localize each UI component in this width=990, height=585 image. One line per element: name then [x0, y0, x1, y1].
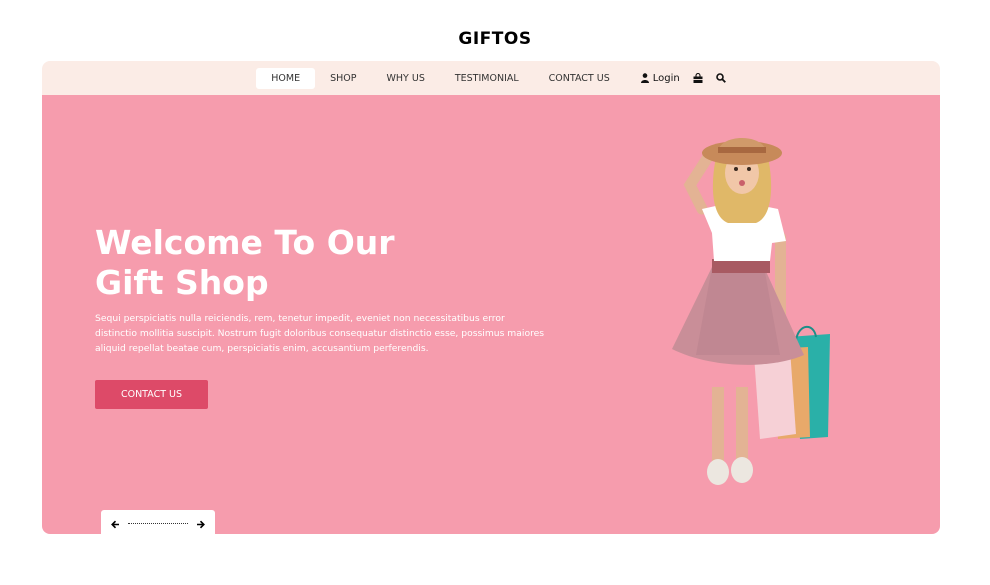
main-navbar: HOME SHOP WHY US TESTIMONIAL CONTACT US …: [42, 61, 940, 95]
user-icon: [640, 73, 649, 83]
carousel-prev-button[interactable]: [111, 514, 120, 533]
nav-link-why-us[interactable]: WHY US: [372, 68, 440, 89]
girl-with-shopping-bags-image: [672, 138, 830, 485]
contact-us-button[interactable]: CONTACT US: [95, 380, 208, 409]
carousel-controls: [101, 510, 215, 534]
nav-link-testimonial[interactable]: TESTIMONIAL: [440, 68, 534, 89]
nav-user-options: Login: [640, 72, 726, 84]
nav-link-home[interactable]: HOME: [256, 67, 316, 89]
arrow-right-icon: [197, 520, 205, 528]
cart-button[interactable]: [693, 73, 703, 83]
hero-title-line1: Welcome To Our: [95, 223, 395, 262]
hero-slider: Welcome To Our Gift Shop Sequi perspicia…: [42, 95, 940, 534]
nav-link-contact-us[interactable]: CONTACT US: [534, 68, 625, 89]
nav-menu: HOME SHOP WHY US TESTIMONIAL CONTACT US: [256, 67, 625, 89]
search-icon: [715, 73, 726, 83]
shopping-bag-icon: [693, 73, 703, 83]
hero-description: Sequi perspiciatis nulla reiciendis, rem…: [95, 313, 545, 354]
login-link[interactable]: Login: [640, 72, 680, 84]
login-label: Login: [652, 72, 680, 84]
site-logo[interactable]: GIFTOS: [0, 29, 990, 49]
search-button[interactable]: [715, 73, 726, 83]
hero-title-line2: Gift Shop: [95, 263, 269, 302]
carousel-next-button[interactable]: [196, 514, 205, 533]
hero-title: Welcome To Our Gift Shop: [95, 223, 455, 303]
nav-link-shop[interactable]: SHOP: [315, 68, 371, 89]
carousel-divider: [128, 522, 188, 524]
arrow-left-icon: [111, 520, 119, 528]
